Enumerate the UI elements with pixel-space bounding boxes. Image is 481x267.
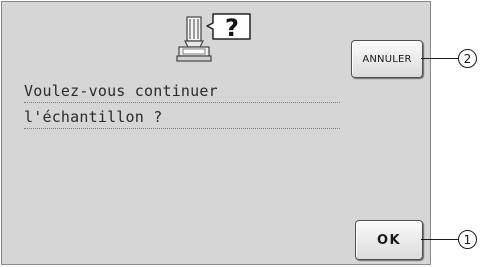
help-symbol: ?: [225, 14, 239, 42]
callout-ok: 1: [458, 230, 477, 249]
callout-cancel: 2: [458, 49, 477, 68]
callout-line-cancel: [421, 58, 458, 59]
message-line-2: l'échantillon ?: [24, 106, 340, 129]
question-mark-icon: ?: [206, 13, 251, 42]
dialog-panel: ? Voulez-vous continuer l'échantillon ? …: [1, 1, 431, 265]
callout-line-ok: [421, 239, 458, 240]
message-line-1: Voulez-vous continuer: [24, 80, 340, 103]
ok-button[interactable]: OK: [355, 220, 423, 260]
cancel-button[interactable]: ANNULER: [351, 40, 423, 78]
